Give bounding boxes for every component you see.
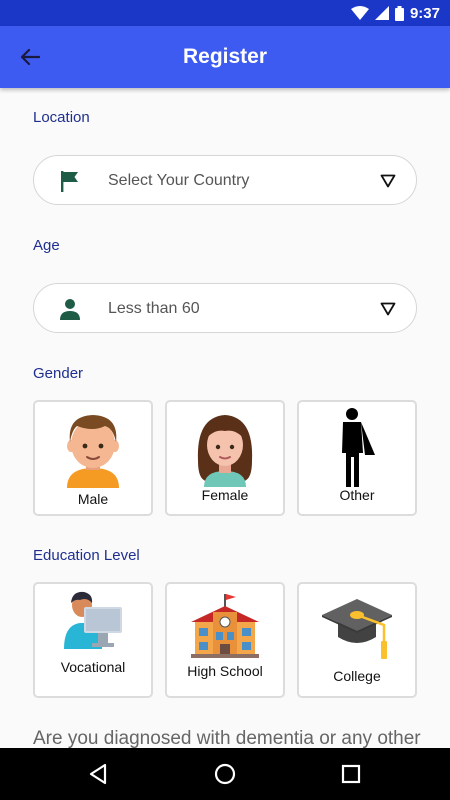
status-icons: 9:37 <box>350 0 440 26</box>
register-form[interactable]: Location Select Your Country Age Less th… <box>0 88 450 748</box>
signal-icon <box>374 6 389 20</box>
dropdown-arrow-icon <box>380 174 396 188</box>
gender-option-male[interactable]: Male <box>33 400 153 516</box>
country-dropdown[interactable]: Select Your Country <box>33 155 417 205</box>
male-avatar-icon <box>67 415 119 488</box>
gender-option-label: Female <box>201 487 249 503</box>
status-time: 9:37 <box>409 4 440 22</box>
age-dropdown-value: Less than 60 <box>108 300 200 317</box>
gender-option-label: Other <box>339 487 375 503</box>
vocational-icon <box>64 591 122 649</box>
education-option-label: College <box>333 668 381 684</box>
flag-icon <box>61 171 78 192</box>
country-dropdown-value: Select Your Country <box>108 172 250 189</box>
education-option-high-school[interactable]: High School <box>165 582 285 698</box>
age-dropdown[interactable]: Less than 60 <box>33 283 417 333</box>
education-option-label: High School <box>187 663 263 679</box>
education-option-vocational[interactable]: Vocational <box>33 582 153 698</box>
wifi-icon <box>350 6 369 20</box>
location-label: Location <box>33 109 90 126</box>
app-bar: Register <box>0 26 450 88</box>
gender-label: Gender <box>33 365 84 382</box>
other-gender-icon <box>342 408 375 487</box>
education-label: Education Level <box>33 547 140 564</box>
square-recents-icon <box>341 764 361 784</box>
graduation-cap-icon <box>322 599 392 659</box>
circle-home-icon <box>214 763 236 785</box>
age-label: Age <box>33 237 60 254</box>
nav-back-button[interactable] <box>86 762 110 786</box>
status-bar: 9:37 <box>0 0 450 26</box>
person-icon <box>60 299 80 320</box>
triangle-back-icon <box>89 763 107 785</box>
page-title: Register <box>182 45 268 68</box>
battery-icon <box>394 5 404 21</box>
gender-option-label: Male <box>77 491 109 507</box>
dropdown-arrow-icon <box>380 302 396 316</box>
education-option-label: Vocational <box>60 659 126 675</box>
school-building-icon <box>191 594 259 658</box>
nav-recents-button[interactable] <box>339 762 363 786</box>
nav-home-button[interactable] <box>213 762 237 786</box>
female-avatar-icon <box>197 415 253 487</box>
system-nav-bar <box>0 748 450 800</box>
dementia-question-text: Are you diagnosed with dementia or any o… <box>33 728 421 748</box>
gender-option-female[interactable]: Female <box>165 400 285 516</box>
education-option-college[interactable]: College <box>297 582 417 698</box>
gender-option-other[interactable]: Other <box>297 400 417 516</box>
